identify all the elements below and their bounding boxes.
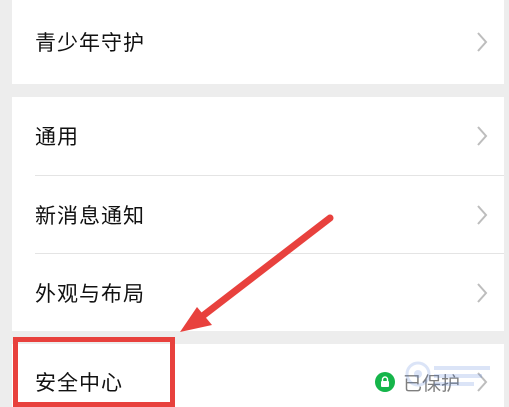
settings-item-label: 通用 <box>35 125 79 149</box>
settings-item-notifications[interactable]: 新消息通知 <box>12 176 504 253</box>
chevron-right-icon <box>477 126 488 146</box>
chevron-right-icon <box>477 372 488 392</box>
security-status: 已保护 <box>374 369 460 396</box>
settings-group-top: 青少年守护 <box>12 0 504 84</box>
settings-item-security-center[interactable]: 安全中心 已保护 <box>12 344 504 407</box>
lock-icon <box>374 372 395 392</box>
settings-screen: 青少年守护 通用 新消息通知 外观与布局 安全中心 已保护 <box>0 0 509 407</box>
settings-item-general[interactable]: 通用 <box>12 97 504 175</box>
settings-item-label: 新消息通知 <box>35 203 145 228</box>
settings-group-middle: 通用 新消息通知 外观与布局 <box>12 97 504 331</box>
settings-item-label: 安全中心 <box>35 371 123 395</box>
settings-item-label: 青少年守护 <box>35 31 145 55</box>
chevron-right-icon <box>477 204 488 225</box>
chevron-right-icon <box>477 282 488 303</box>
security-status-text: 已保护 <box>402 372 460 395</box>
chevron-right-icon <box>477 32 488 52</box>
settings-item-appearance[interactable]: 外观与布局 <box>12 254 504 331</box>
settings-item-youth-protection[interactable]: 青少年守护 <box>12 0 504 84</box>
settings-item-label: 外观与布局 <box>35 281 145 306</box>
settings-group-bottom: 安全中心 已保护 <box>12 344 504 407</box>
